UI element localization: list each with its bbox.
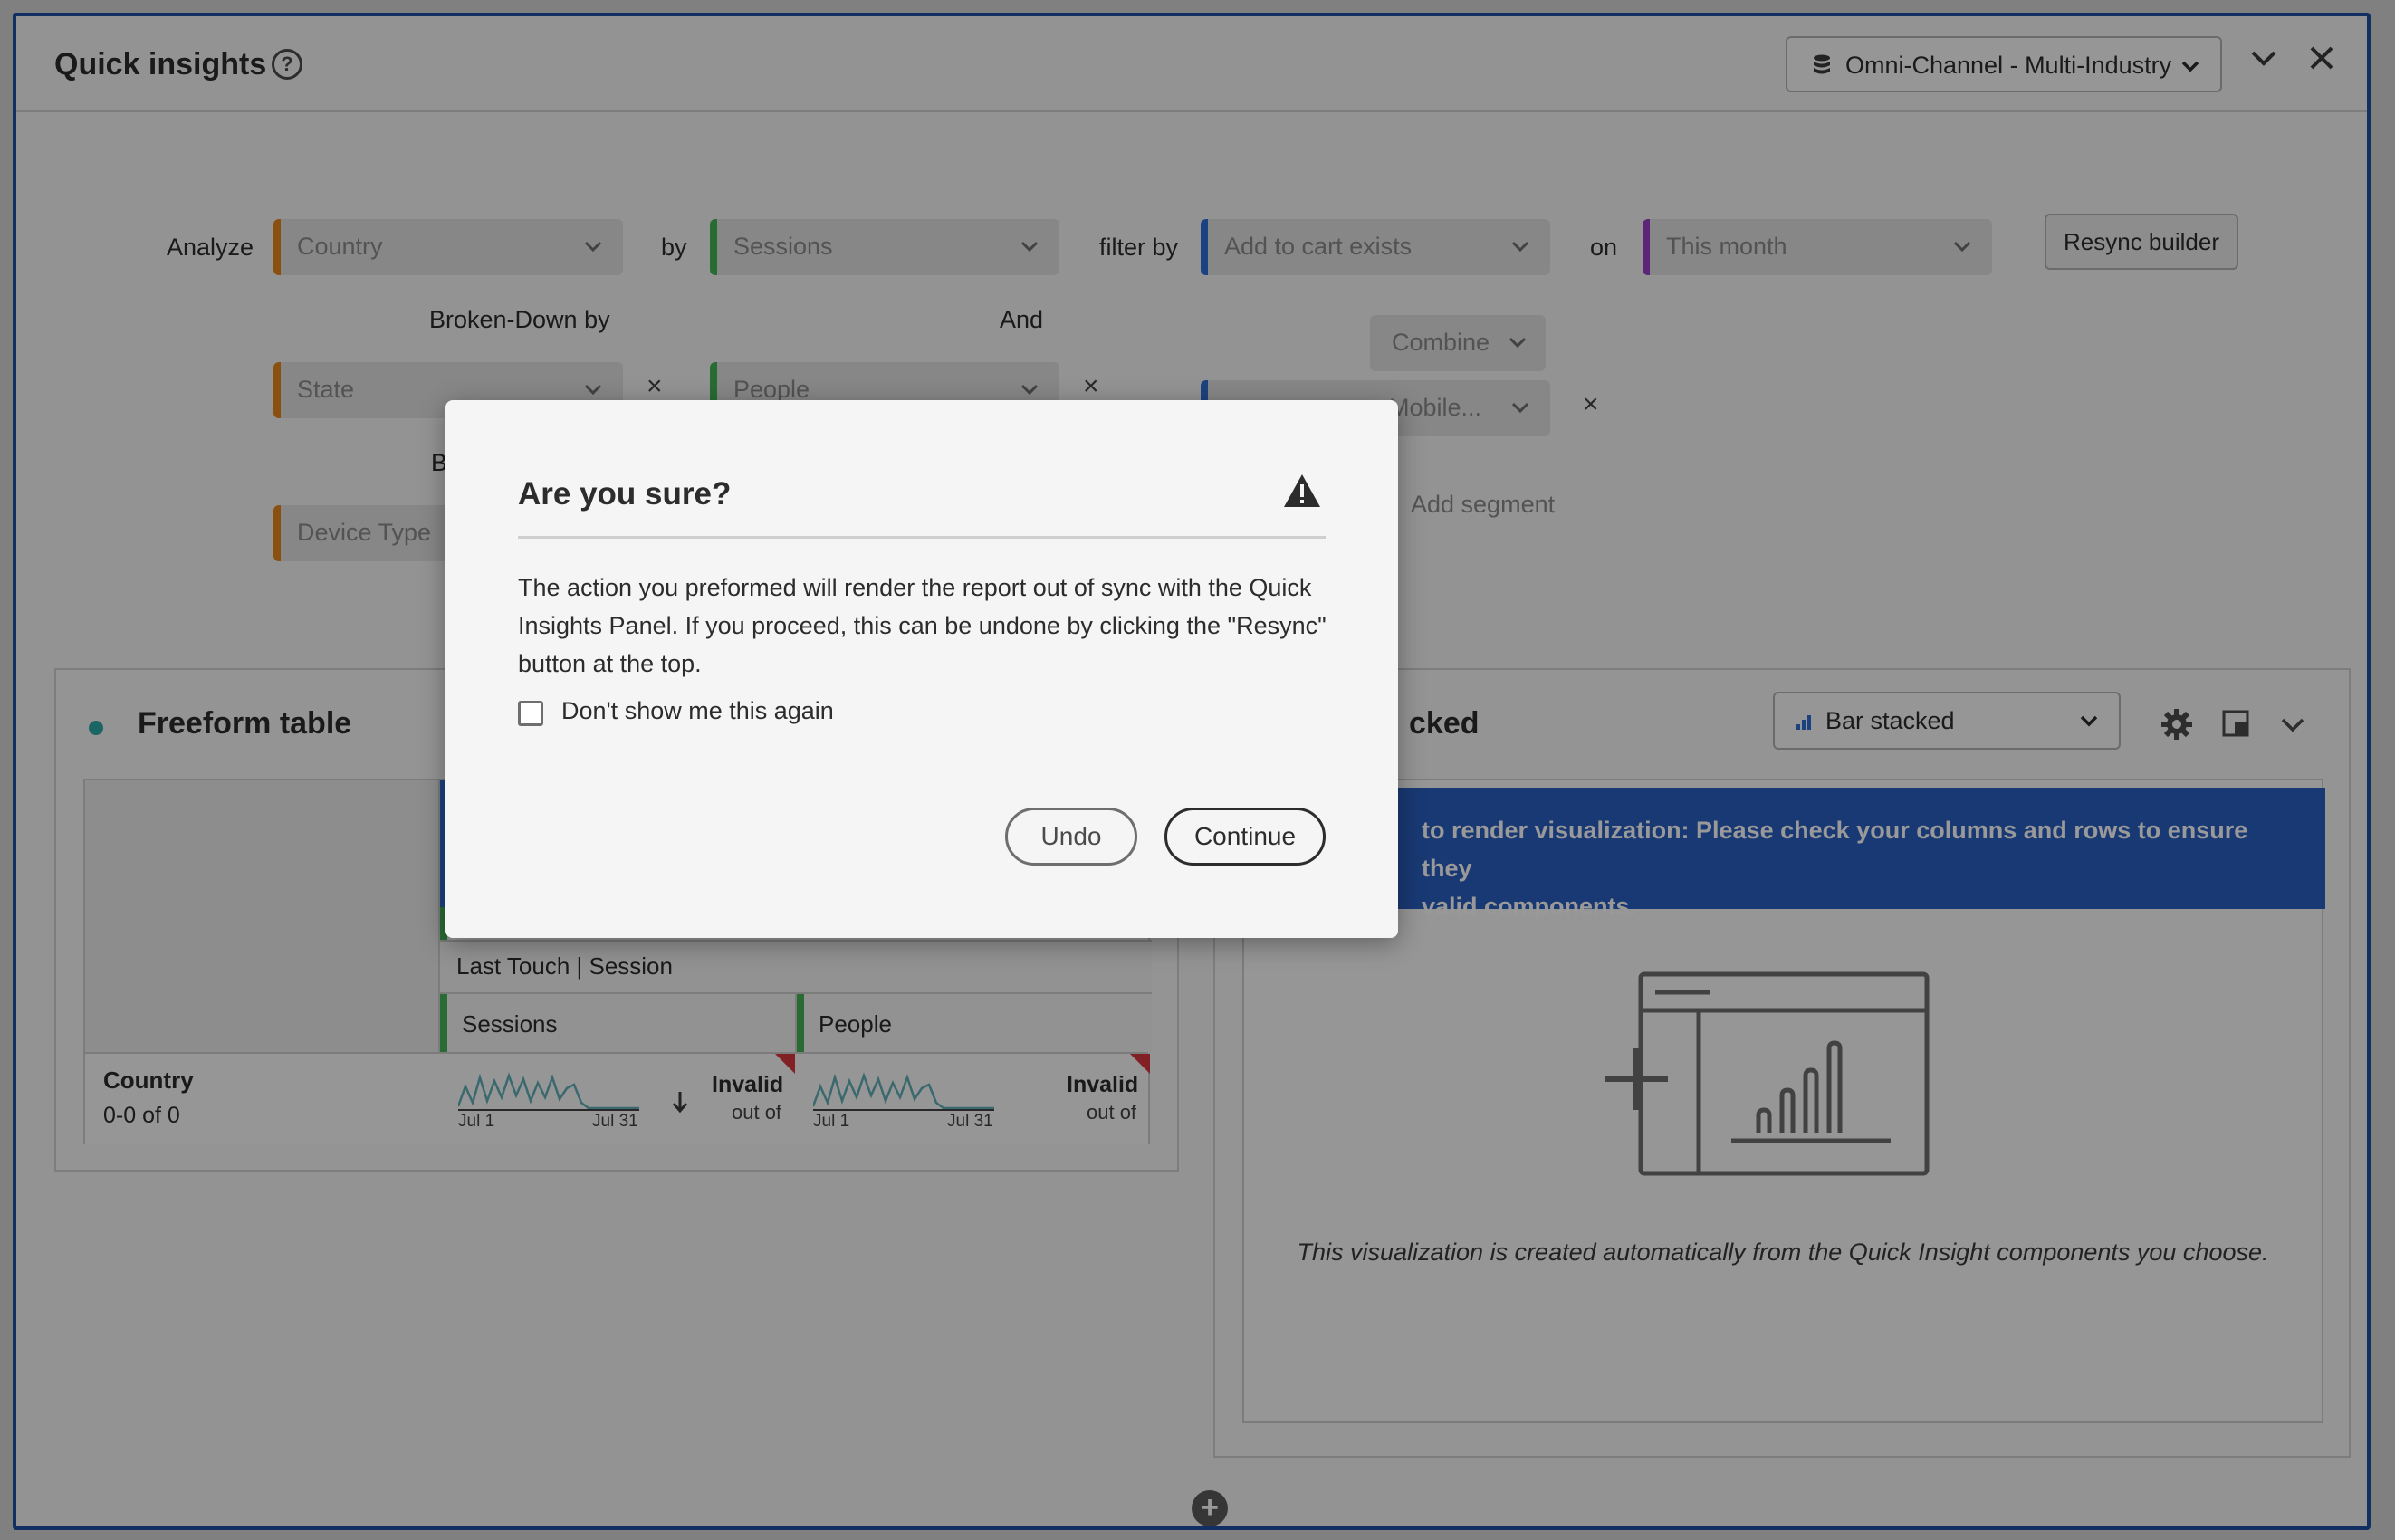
dialog-body: The action you preformed will render the… <box>518 574 1327 677</box>
confirm-dialog: Are you sure? The action you preformed w… <box>445 400 1398 938</box>
dialog-title: Are you sure? <box>518 476 732 512</box>
undo-button[interactable]: Undo <box>1005 808 1137 866</box>
dont-show-checkbox[interactable] <box>518 701 543 726</box>
alert-icon <box>1284 474 1320 507</box>
dont-show-label[interactable]: Don't show me this again <box>561 697 834 725</box>
dialog-divider <box>518 536 1326 539</box>
continue-button[interactable]: Continue <box>1164 808 1326 866</box>
